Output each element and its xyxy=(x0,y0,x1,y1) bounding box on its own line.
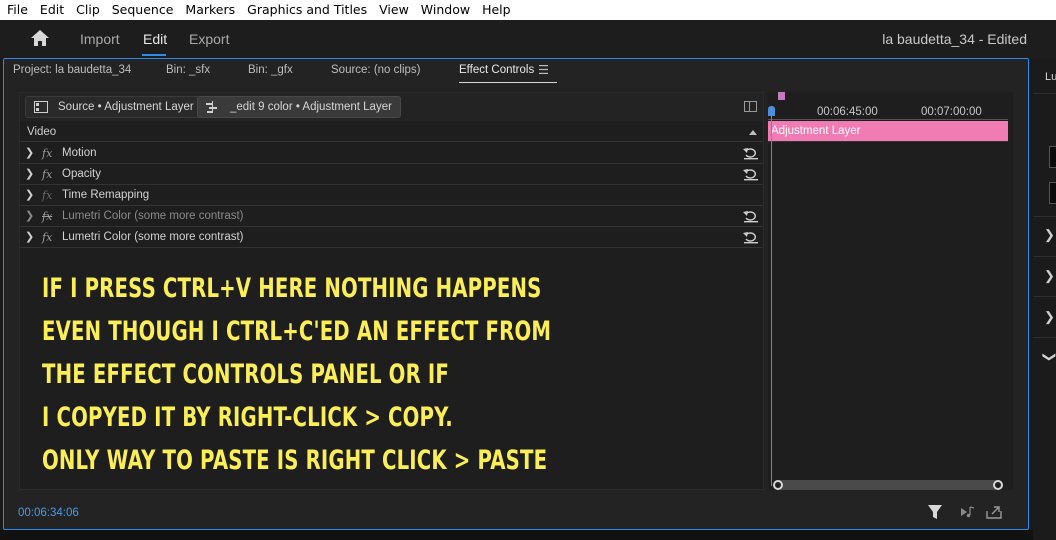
menu-clip[interactable]: Clip xyxy=(70,0,106,20)
annotation-line: I COPYED IT BY RIGHT-CLICK > COPY. xyxy=(42,402,453,433)
divider xyxy=(1033,256,1056,257)
fx-icon[interactable]: fx xyxy=(42,227,52,248)
effect-name: Lumetri Color (some more contrast) xyxy=(62,231,244,243)
effect-controls-panel: Project: la baudetta_34 Bin: _sfx Bin: _… xyxy=(3,58,1029,530)
menu-help[interactable]: Help xyxy=(476,0,517,20)
tab-effect-controls[interactable]: Effect Controls xyxy=(459,64,534,76)
ruler-tick-label: 00:06:45:00 xyxy=(817,106,878,118)
menu-edit[interactable]: Edit xyxy=(34,0,70,20)
chevron-right-icon[interactable]: ❯ xyxy=(25,211,35,222)
chevron-right-icon[interactable]: ❯ xyxy=(1044,227,1055,243)
effect-row-opacity[interactable]: ❯ fx Opacity xyxy=(20,164,763,185)
right-panel-title: Lu xyxy=(1045,71,1056,83)
timeline-zoom-scrollbar[interactable] xyxy=(773,480,1003,490)
effect-row-motion[interactable]: ❯ fx Motion xyxy=(20,143,763,164)
tab-source[interactable]: Source: (no clips) xyxy=(331,64,420,76)
fx-icon[interactable]: fx xyxy=(42,143,52,164)
clip-icon xyxy=(34,101,48,113)
menu-view[interactable]: View xyxy=(373,0,415,20)
video-section-header[interactable]: Video xyxy=(20,122,763,142)
annotation-line: IF I PRESS CTRL+V HERE NOTHING HAPPENS xyxy=(42,273,542,304)
chevron-right-icon[interactable]: ❯ xyxy=(1044,309,1055,325)
annotation-line: EVEN THOUGH I CTRL+C'ED AN EFFECT FROM xyxy=(42,316,552,347)
chevron-right-icon[interactable]: ❯ xyxy=(25,190,35,201)
play-audio-icon[interactable] xyxy=(961,506,975,518)
effect-timeline: 00:06:45:00 00:07:00:00 Adjustment Layer xyxy=(768,92,1013,490)
sequence-clip-button[interactable]: _edit 9 color • Adjustment Layer xyxy=(197,96,401,118)
reset-icon[interactable] xyxy=(743,167,759,181)
sequence-clip-label: _edit 9 color • Adjustment Layer xyxy=(230,101,392,113)
right-side-panel: Lu ❯ ❯ ❯ ❯ xyxy=(1033,58,1056,540)
annotation-line: THE EFFECT CONTROLS PANEL OR IF xyxy=(42,359,449,390)
menu-window[interactable]: Window xyxy=(415,0,476,20)
home-icon[interactable] xyxy=(30,29,50,47)
tab-bin-sfx[interactable]: Bin: _sfx xyxy=(166,64,210,76)
fx-disabled-icon[interactable]: fx xyxy=(42,206,52,227)
tab-project[interactable]: Project: la baudetta_34 xyxy=(13,64,131,76)
fx-icon[interactable]: fx xyxy=(42,164,52,185)
divider xyxy=(1033,216,1056,217)
scrollbar-left-handle[interactable] xyxy=(773,480,783,490)
scrollbar-right-handle[interactable] xyxy=(993,480,1003,490)
source-sequence-bar: Source • Adjustment Layer _edit 9 color … xyxy=(20,93,763,121)
filter-icon[interactable] xyxy=(928,505,942,519)
reset-icon[interactable] xyxy=(743,146,759,160)
panel-menu-icon[interactable] xyxy=(539,65,548,74)
effect-row-lumetri-disabled[interactable]: ❯ fx Lumetri Color (some more contrast) xyxy=(20,206,763,227)
collapse-up-icon[interactable] xyxy=(749,130,757,135)
workspace-edit[interactable]: Edit xyxy=(143,31,167,47)
timeline-divider xyxy=(768,141,1008,142)
export-icon[interactable] xyxy=(986,506,1002,519)
effect-name: Time Remapping xyxy=(62,189,150,201)
active-workspace-indicator xyxy=(142,54,166,56)
video-header-label: Video xyxy=(27,126,57,138)
annotation-text: IF I PRESS CTRL+V HERE NOTHING HAPPENS E… xyxy=(42,267,551,482)
menu-file[interactable]: File xyxy=(0,0,34,20)
chevron-right-icon[interactable]: ❯ xyxy=(25,148,35,159)
timeline-clip[interactable]: Adjustment Layer xyxy=(768,121,1008,141)
chevron-right-icon[interactable]: ❯ xyxy=(25,169,35,180)
chevron-right-icon[interactable]: ❯ xyxy=(25,232,35,243)
source-clip-label: Source • Adjustment Layer xyxy=(58,101,194,113)
sequence-icon xyxy=(206,101,217,113)
effect-name: Lumetri Color (some more contrast) xyxy=(62,210,244,222)
effect-name: Opacity xyxy=(62,168,101,180)
time-ruler[interactable]: 00:06:45:00 00:07:00:00 xyxy=(768,92,1008,120)
divider xyxy=(1033,296,1056,297)
workspace-import[interactable]: Import xyxy=(80,31,120,47)
effect-row-lumetri[interactable]: ❯ fx Lumetri Color (some more contrast) xyxy=(20,227,763,248)
reset-icon[interactable] xyxy=(743,209,759,223)
effect-row-time-remapping[interactable]: ❯ fx Time Remapping xyxy=(20,185,763,206)
divider xyxy=(1033,337,1056,338)
status-strip xyxy=(0,530,1033,540)
source-clip-button[interactable]: Source • Adjustment Layer xyxy=(25,96,203,118)
workspace-header: Import Edit Export la baudetta_34 - Edit… xyxy=(0,20,1056,58)
chevron-down-icon[interactable]: ❯ xyxy=(1041,352,1056,363)
menu-sequence[interactable]: Sequence xyxy=(106,0,180,20)
bottom-controls xyxy=(928,505,1002,519)
effect-name: Motion xyxy=(62,147,97,159)
document-title: la baudetta_34 - Edited xyxy=(882,31,1027,47)
workspace-export[interactable]: Export xyxy=(189,31,229,47)
chevron-right-icon[interactable]: ❯ xyxy=(1044,268,1055,284)
menu-bar: File Edit Clip Sequence Markers Graphics… xyxy=(0,0,1056,20)
fx-icon: fx xyxy=(42,189,53,202)
menu-graphics-and-titles[interactable]: Graphics and Titles xyxy=(241,0,373,20)
panel-tabs: Project: la baudetta_34 Bin: _sfx Bin: _… xyxy=(4,59,1028,86)
annotation-line: ONLY WAY TO PASTE IS RIGHT CLICK > PASTE xyxy=(42,445,548,476)
marker-icon[interactable] xyxy=(778,92,785,100)
right-panel-field[interactable] xyxy=(1049,182,1056,204)
reset-icon[interactable] xyxy=(743,230,759,244)
ruler-tick-label: 00:07:00:00 xyxy=(921,106,982,118)
tab-bin-gfx[interactable]: Bin: _gfx xyxy=(248,64,293,76)
menu-markers[interactable]: Markers xyxy=(179,0,241,20)
current-timecode[interactable]: 00:06:34:06 xyxy=(18,507,79,519)
right-panel-field[interactable] xyxy=(1049,146,1056,168)
divider xyxy=(1033,93,1056,94)
toggle-timeline-icon[interactable] xyxy=(744,101,757,112)
playhead-line xyxy=(771,106,772,486)
active-tab-underline xyxy=(459,82,557,83)
